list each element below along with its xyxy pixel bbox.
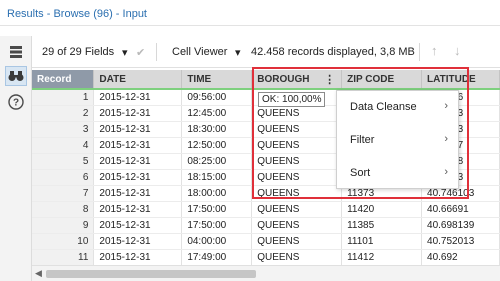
column-header-borough-label: BOROUGH xyxy=(257,73,310,85)
record-number: 4 xyxy=(32,137,95,154)
scroll-down-arrow-icon[interactable]: ↓ xyxy=(454,43,461,58)
column-menu-kebab-icon[interactable]: ⋮ xyxy=(324,73,335,86)
menu-item-filter[interactable]: Filter › xyxy=(337,124,458,157)
cell-borough[interactable]: QUEENS xyxy=(251,105,343,122)
fields-dropdown-icon[interactable]: ▾ xyxy=(122,46,128,59)
chevron-right-icon: › xyxy=(444,166,448,178)
horizontal-scrollbar[interactable]: ◀ xyxy=(32,265,500,281)
cell-zip-code[interactable]: 11101 xyxy=(341,233,423,250)
cell-viewer-selector[interactable]: Cell Viewer xyxy=(172,46,227,58)
cell-borough[interactable]: QUEENS xyxy=(251,201,343,218)
table-row[interactable]: 10 2015-12-31 04:00:00 QUEENS 11101 40.752013 xyxy=(32,233,500,250)
cell-date[interactable]: 2015-12-31 xyxy=(93,105,183,122)
binoculars-icon[interactable] xyxy=(5,66,27,86)
cell-time[interactable]: 09:56:00 xyxy=(181,89,253,106)
cell-borough[interactable]: QUEENS xyxy=(251,121,343,138)
cell-date[interactable]: 2015-12-31 xyxy=(93,217,183,234)
cell-time[interactable]: 17:50:00 xyxy=(181,201,253,218)
results-toolbar: 29 of 29 Fields ▾ ✔ Cell Viewer ▾ 42.458… xyxy=(32,36,500,68)
cell-borough[interactable]: QUEENS xyxy=(251,217,343,234)
cell-time[interactable]: 18:30:00 xyxy=(181,121,253,138)
cell-time[interactable]: 17:49:00 xyxy=(181,249,253,266)
record-number: 2 xyxy=(32,105,95,122)
cell-time[interactable]: 12:45:00 xyxy=(181,105,253,122)
cell-date[interactable]: 2015-12-31 xyxy=(93,249,183,266)
apply-check-icon[interactable]: ✔ xyxy=(136,46,145,59)
record-number: 7 xyxy=(32,185,95,202)
column-header-borough[interactable]: BOROUGH ⋮ xyxy=(251,70,343,90)
cell-date[interactable]: 2015-12-31 xyxy=(93,201,183,218)
cell-zip-code[interactable]: 11385 xyxy=(341,217,423,234)
chevron-right-icon: › xyxy=(444,100,448,112)
column-header-latitude[interactable]: LATITUDE xyxy=(421,70,500,90)
cell-date[interactable]: 2015-12-31 xyxy=(93,169,183,186)
cell-date[interactable]: 2015-12-31 xyxy=(93,233,183,250)
cell-borough[interactable]: QUEENS xyxy=(251,233,343,250)
cell-time[interactable]: 18:00:00 xyxy=(181,185,253,202)
cell-time[interactable]: 12:50:00 xyxy=(181,137,253,154)
chevron-right-icon: › xyxy=(444,133,448,145)
record-number: 11 xyxy=(32,249,95,266)
cell-borough[interactable]: QUEENS xyxy=(251,249,343,266)
table-header-row: Record DATE TIME BOROUGH ⋮ ZIP CODE LATIT… xyxy=(32,70,500,90)
cell-time[interactable]: 08:25:00 xyxy=(181,153,253,170)
record-number: 3 xyxy=(32,121,95,138)
cell-borough[interactable]: QUEENS xyxy=(251,137,343,154)
menu-item-label: Sort xyxy=(350,167,371,179)
toolbar-divider xyxy=(156,43,157,61)
cell-date[interactable]: 2015-12-31 xyxy=(93,137,183,154)
cell-date[interactable]: 2015-12-31 xyxy=(93,121,183,138)
column-header-time[interactable]: TIME xyxy=(181,70,253,90)
table-row[interactable]: 9 2015-12-31 17:50:00 QUEENS 11385 40.698139 xyxy=(32,217,500,234)
record-number: 9 xyxy=(32,217,95,234)
records-info: 42.458 records displayed, 3,8 MB xyxy=(251,46,415,58)
table-row[interactable]: 11 2015-12-31 17:49:00 QUEENS 11412 40.692 xyxy=(32,249,500,266)
window-titlebar: Results - Browse (96) - Input xyxy=(0,0,500,26)
cell-latitude[interactable]: 40.752013 xyxy=(421,233,500,250)
record-number: 1 xyxy=(32,89,95,106)
record-number: 8 xyxy=(32,201,95,218)
cell-borough[interactable]: QUEENS xyxy=(251,169,343,186)
table-row[interactable]: 8 2015-12-31 17:50:00 QUEENS 11420 40.66691 xyxy=(32,201,500,218)
cell-zip-code[interactable]: 11420 xyxy=(341,201,423,218)
cell-date[interactable]: 2015-12-31 xyxy=(93,153,183,170)
cell-time[interactable]: 04:00:00 xyxy=(181,233,253,250)
data-quality-tooltip: OK: 100,00% xyxy=(258,92,325,107)
svg-text:?: ? xyxy=(13,98,19,109)
record-number: 6 xyxy=(32,169,95,186)
menu-item-data-cleanse[interactable]: Data Cleanse › xyxy=(337,91,458,124)
scroll-up-arrow-icon[interactable]: ↑ xyxy=(431,43,438,58)
cell-time[interactable]: 17:50:00 xyxy=(181,217,253,234)
cell-latitude[interactable]: 40.692 xyxy=(421,249,500,266)
column-header-date[interactable]: DATE xyxy=(93,70,183,90)
help-icon[interactable]: ? xyxy=(5,92,27,112)
table-view-icon[interactable] xyxy=(5,42,27,62)
scrollbar-thumb[interactable] xyxy=(46,270,256,278)
viewer-dropdown-icon[interactable]: ▾ xyxy=(235,46,241,59)
window-title: Results - Browse (96) - Input xyxy=(7,8,147,20)
cell-latitude[interactable]: 40.698139 xyxy=(421,217,500,234)
menu-item-sort[interactable]: Sort › xyxy=(337,157,458,190)
record-number: 5 xyxy=(32,153,95,170)
record-number: 10 xyxy=(32,233,95,250)
cell-borough[interactable]: QUEENS xyxy=(251,185,343,202)
cell-borough[interactable]: QUEENS xyxy=(251,153,343,170)
cell-date[interactable]: 2015-12-31 xyxy=(93,89,183,106)
cell-latitude[interactable]: 40.66691 xyxy=(421,201,500,218)
column-header-record[interactable]: Record xyxy=(32,70,95,90)
menu-item-label: Filter xyxy=(350,134,375,146)
column-header-zip-code[interactable]: ZIP CODE xyxy=(341,70,423,90)
scroll-left-icon[interactable]: ◀ xyxy=(35,268,42,279)
cell-time[interactable]: 18:15:00 xyxy=(181,169,253,186)
column-context-menu: Data Cleanse › Filter › Sort › xyxy=(336,90,459,189)
cell-date[interactable]: 2015-12-31 xyxy=(93,185,183,202)
left-sidebar: ? xyxy=(0,36,32,281)
cell-zip-code[interactable]: 11412 xyxy=(341,249,423,266)
menu-item-label: Data Cleanse xyxy=(350,101,417,113)
fields-selector[interactable]: 29 of 29 Fields xyxy=(42,46,114,58)
toolbar-divider xyxy=(419,43,420,61)
